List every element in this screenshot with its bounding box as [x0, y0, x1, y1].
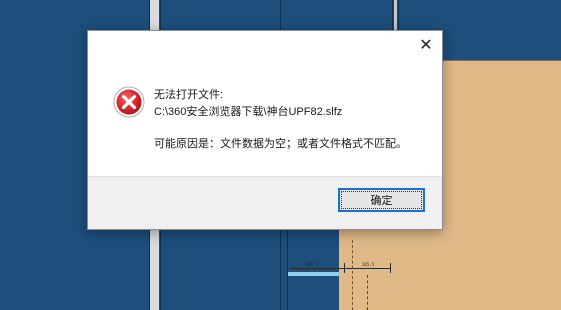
tan-panel-lower: [339, 230, 443, 310]
frame-line: [398, 0, 399, 30]
dimension-label: 265.5: [306, 262, 319, 267]
dimension-label: 265.5: [362, 262, 375, 267]
dimension-tick: [390, 263, 391, 273]
dimension-tick: [344, 263, 345, 273]
error-icon: [113, 86, 145, 118]
message-title: 无法打开文件:: [154, 89, 224, 101]
dimension-line: [290, 268, 390, 269]
frame-rail-right: [394, 0, 397, 30]
close-button[interactable]: ✕: [416, 35, 436, 55]
dashed-guide: [367, 275, 368, 310]
frame-line: [287, 230, 288, 310]
tan-panel: [443, 60, 561, 310]
dashed-guide: [352, 240, 353, 310]
light-bar: [288, 272, 339, 276]
ok-button[interactable]: 确定: [338, 188, 425, 212]
close-icon: ✕: [419, 37, 433, 54]
file-path-text: C:\360安全浏览器下载\神台UPF82.slfz: [154, 106, 343, 118]
error-dialog: ✕ 无法打开文件: C:\360安全浏览器下载\神台UPF82.slfz 可能原…: [87, 30, 443, 230]
tan-panel-top-edge: [443, 60, 561, 61]
frame-line: [392, 0, 393, 30]
dialog-footer: 确定: [88, 176, 442, 229]
error-reason-text: 可能原因是：文件数据为空；或者文件格式不匹配。: [154, 138, 407, 150]
